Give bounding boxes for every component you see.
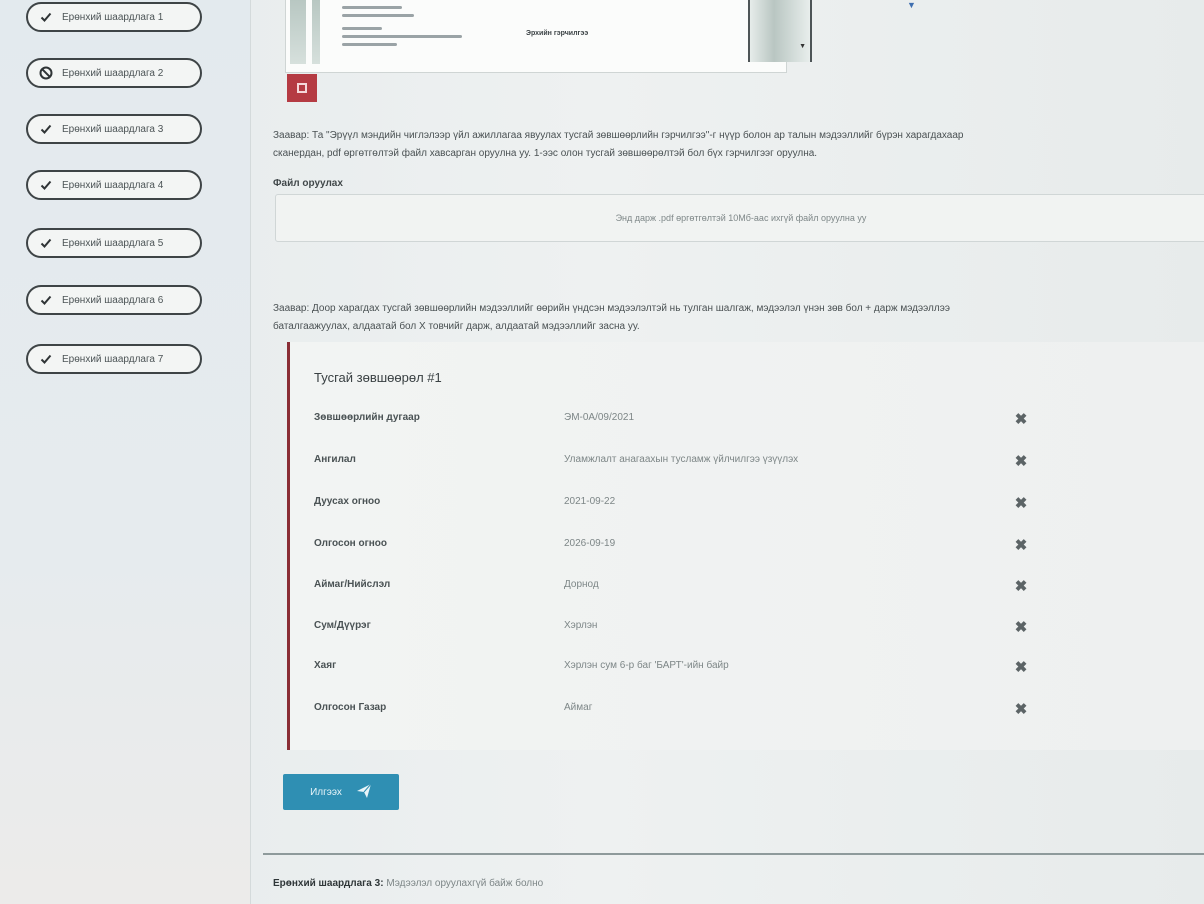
sidebar-item-requirement-7[interactable]: Ерөнхий шаардлага 7 — [26, 344, 202, 374]
permit-row: Аймаг/Нийслэл Дорнод ✖ — [314, 578, 1074, 599]
paper-plane-icon — [356, 783, 372, 802]
upload-instruction-line-1: Заавар: Та "Эрүүл мэндийн чиглэлээр үйл … — [273, 130, 964, 141]
sidebar-item-requirement-3[interactable]: Ерөнхий шаардлага 3 — [26, 114, 202, 144]
check-icon — [38, 235, 54, 251]
permit-row: Зөвшөөрлийн дугаар ЭМ-0А/09/2021 ✖ — [314, 411, 1074, 432]
page: Ерөнхий шаардлага 1 Ерөнхий шаардлага 2 … — [0, 0, 1204, 904]
verify-instruction-line-1: Заавар: Доор харагдах тусгай зөвшөөрлийн… — [273, 303, 950, 314]
permit-field-label: Олгосон огноо — [314, 538, 388, 549]
permit-title: Тусгай зөвшөөрөл #1 — [314, 370, 442, 385]
reject-field-button[interactable]: ✖ — [1014, 578, 1028, 595]
check-icon — [38, 177, 54, 193]
reject-field-button[interactable]: ✖ — [1014, 411, 1028, 428]
reject-field-button[interactable]: ✖ — [1014, 537, 1028, 554]
permit-field-value: 2021-09-22 — [564, 496, 616, 507]
caret-down-icon: ▼ — [907, 0, 916, 10]
permit-row: Сум/Дүүрэг Хэрлэн ✖ — [314, 619, 1074, 640]
reject-field-button[interactable]: ✖ — [1014, 453, 1028, 470]
permit-row: Олгосон Газар Аймаг ✖ — [314, 701, 1074, 722]
reject-field-button[interactable]: ✖ — [1014, 659, 1028, 676]
sidebar-item-requirement-6[interactable]: Ерөнхий шаардлага 6 — [26, 285, 202, 315]
main-content: ▼ Эрхийн гэрчилгээ ▼ Заавар: Та "Эрүүл м… — [251, 0, 1204, 904]
next-requirement-title: Ерөнхий шаардлага 3: — [273, 878, 384, 889]
permit-field-value: 2026-09-19 — [564, 538, 616, 549]
sidebar-item-label: Ерөнхий шаардлага 4 — [62, 179, 164, 191]
document-caption: Эрхийн гэрчилгээ — [526, 30, 589, 37]
permit-card: Тусгай зөвшөөрөл #1 Зөвшөөрлийн дугаар Э… — [287, 342, 1204, 750]
permit-field-label: Зөвшөөрлийн дугаар — [314, 412, 420, 423]
upload-instruction-line-2: сканердан, pdf өргөтгөлтэй файл хавсарга… — [273, 148, 818, 159]
permit-field-value: Дорнод — [564, 579, 599, 590]
sidebar-item-requirement-4[interactable]: Ерөнхий шаардлага 4 — [26, 170, 202, 200]
check-icon — [38, 121, 54, 137]
reject-field-button[interactable]: ✖ — [1014, 495, 1028, 512]
permit-field-label: Ангилал — [314, 454, 356, 465]
check-icon — [38, 9, 54, 25]
uploaded-document-preview[interactable]: Эрхийн гэрчилгээ ▼ — [285, 0, 812, 73]
remove-document-button[interactable] — [287, 74, 317, 102]
upload-label: Файл оруулах — [273, 178, 343, 189]
permit-row: Дуусах огноо 2021-09-22 ✖ — [314, 495, 1074, 516]
permit-field-value: ЭМ-0А/09/2021 — [564, 412, 635, 423]
permit-field-label: Сум/Дүүрэг — [314, 620, 371, 631]
document-thumbnail-strip — [312, 0, 320, 64]
check-icon — [38, 292, 54, 308]
permit-row: Ангилал Уламжлалт анагаахын тусламж үйлч… — [314, 453, 1074, 474]
caret-down-icon: ▼ — [799, 43, 806, 50]
sidebar-item-label: Ерөнхий шаардлага 5 — [62, 237, 164, 249]
permit-field-value: Аймаг — [564, 702, 593, 713]
sidebar-item-requirement-2[interactable]: Ерөнхий шаардлага 2 — [26, 58, 202, 88]
check-icon — [38, 351, 54, 367]
next-requirement-description: Мэдээлэл оруулахгүй байж болно — [383, 878, 544, 889]
reject-field-button[interactable]: ✖ — [1014, 701, 1028, 718]
sidebar-item-label: Ерөнхий шаардлага 2 — [62, 67, 164, 79]
file-upload-dropzone[interactable]: Энд дарж .pdf өргөтгөлтэй 10Мб-аас ихгүй… — [275, 194, 1204, 242]
permit-row: Хаяг Хэрлэн сум 6-р баг 'БАРТ'-ийн байр … — [314, 659, 1074, 680]
send-button[interactable]: Илгээх — [283, 774, 399, 810]
document-scrollbar[interactable]: ▼ — [748, 0, 812, 62]
sidebar-item-label: Ерөнхий шаардлага 7 — [62, 353, 164, 365]
prohibited-icon — [38, 65, 54, 81]
document-thumbnail-strip — [290, 0, 306, 64]
permit-field-label: Хаяг — [314, 660, 337, 671]
sidebar-item-requirement-1[interactable]: Ерөнхий шаардлага 1 — [26, 2, 202, 32]
sidebar-item-label: Ерөнхий шаардлага 1 — [62, 11, 164, 23]
sidebar-item-requirement-5[interactable]: Ерөнхий шаардлага 5 — [26, 228, 202, 258]
close-box-icon — [297, 83, 307, 93]
sidebar-item-label: Ерөнхий шаардлага 3 — [62, 123, 164, 135]
next-requirement-heading: Ерөнхий шаардлага 3: Мэдээлэл оруулахгүй… — [273, 878, 543, 889]
permit-row: Олгосон огноо 2026-09-19 ✖ — [314, 537, 1074, 558]
reject-field-button[interactable]: ✖ — [1014, 619, 1028, 636]
permit-field-label: Дуусах огноо — [314, 496, 381, 507]
send-button-label: Илгээх — [310, 786, 342, 798]
permit-field-value: Хэрлэн — [564, 620, 598, 631]
permit-field-value: Хэрлэн сум 6-р баг 'БАРТ'-ийн байр — [564, 660, 729, 671]
document-text-lines — [342, 6, 642, 51]
permit-field-label: Олгосон Газар — [314, 702, 387, 713]
verify-instruction-line-2: баталгаажуулах, алдаатай бол X товчийг д… — [273, 321, 640, 332]
permit-field-value: Уламжлалт анагаахын тусламж үйлчилгээ үз… — [564, 454, 799, 465]
sidebar: Ерөнхий шаардлага 1 Ерөнхий шаардлага 2 … — [0, 0, 251, 904]
permit-field-label: Аймаг/Нийслэл — [314, 579, 391, 590]
upload-placeholder: Энд дарж .pdf өргөтгөлтэй 10Мб-аас ихгүй… — [615, 213, 867, 223]
sidebar-item-label: Ерөнхий шаардлага 6 — [62, 294, 164, 306]
section-divider — [263, 853, 1204, 855]
